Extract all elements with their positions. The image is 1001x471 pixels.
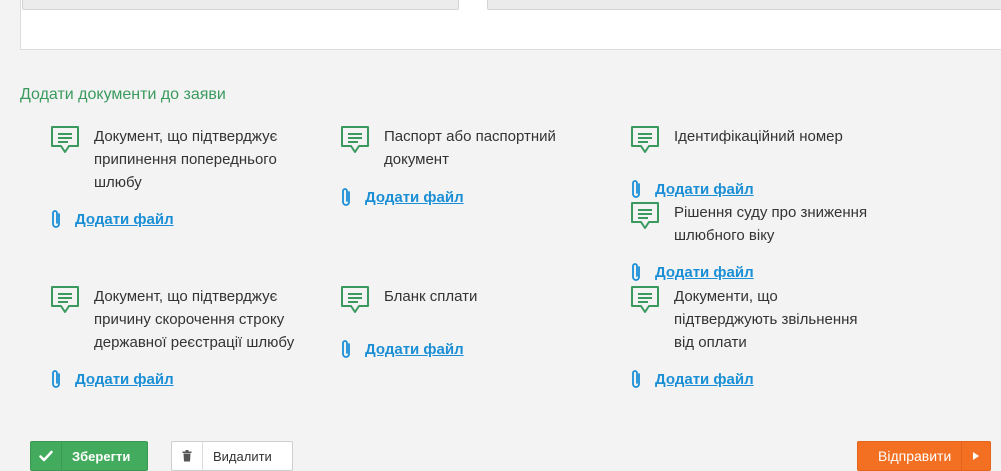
save-button-label: Зберегти xyxy=(72,448,131,464)
attach-file-label: Додати файл xyxy=(365,188,464,206)
doc-label: Паспорт або паспортний документ xyxy=(384,128,556,168)
document-comment-icon xyxy=(51,286,79,313)
attach-file-label: Додати файл xyxy=(655,263,754,281)
attach-file-link[interactable]: Додати файл xyxy=(49,369,174,389)
caret-right-icon xyxy=(961,442,990,470)
doc-label: Документ, що підтверджує припинення попе… xyxy=(94,128,278,191)
document-comment-icon xyxy=(631,126,659,153)
paperclip-icon xyxy=(52,210,60,228)
attach-file-label: Додати файл xyxy=(655,180,754,198)
doc-label: Документ, що підтверджує причину скороче… xyxy=(94,288,295,351)
send-button[interactable]: Відправити xyxy=(857,441,991,471)
trash-icon xyxy=(172,442,203,470)
checkmark-icon xyxy=(31,442,62,470)
attach-file-label: Додати файл xyxy=(655,370,754,388)
send-button-label: Відправити xyxy=(878,448,952,464)
top-right-field[interactable] xyxy=(487,0,1001,10)
doc-label: Документи, що підтверджують звільнення в… xyxy=(674,288,858,351)
paperclip-icon xyxy=(632,370,640,388)
paperclip-icon xyxy=(632,263,640,281)
section-title: Додати документи до заяви xyxy=(20,86,226,103)
attach-file-link[interactable]: Додати файл xyxy=(339,187,464,207)
doc-label: Рішення суду про зниження шлюбного віку xyxy=(674,204,868,244)
doc-label: Ідентифікаційний номер xyxy=(674,128,843,145)
save-button[interactable]: Зберегти xyxy=(30,441,148,471)
attach-file-label: Додати файл xyxy=(365,340,464,358)
paperclip-icon xyxy=(342,340,350,358)
attach-file-link[interactable]: Додати файл xyxy=(629,369,754,389)
attach-file-link[interactable]: Додати файл xyxy=(49,209,174,229)
paperclip-icon xyxy=(52,370,60,388)
document-comment-icon xyxy=(341,286,369,313)
paperclip-icon xyxy=(342,188,350,206)
attach-file-label: Додати файл xyxy=(75,370,174,388)
attach-file-link[interactable]: Додати файл xyxy=(339,339,464,359)
document-comment-icon xyxy=(631,286,659,313)
delete-button[interactable]: Видалити xyxy=(171,441,293,471)
top-left-field[interactable] xyxy=(22,0,459,10)
document-comment-icon xyxy=(341,126,369,153)
delete-button-label: Видалити xyxy=(213,448,272,464)
attach-file-link[interactable]: Додати файл xyxy=(629,179,754,199)
document-comment-icon xyxy=(51,126,79,153)
attach-file-link[interactable]: Додати файл xyxy=(629,262,754,282)
attach-file-label: Додати файл xyxy=(75,210,174,228)
paperclip-icon xyxy=(632,180,640,198)
document-comment-icon xyxy=(631,202,659,229)
doc-label: Бланк сплати xyxy=(384,288,478,305)
